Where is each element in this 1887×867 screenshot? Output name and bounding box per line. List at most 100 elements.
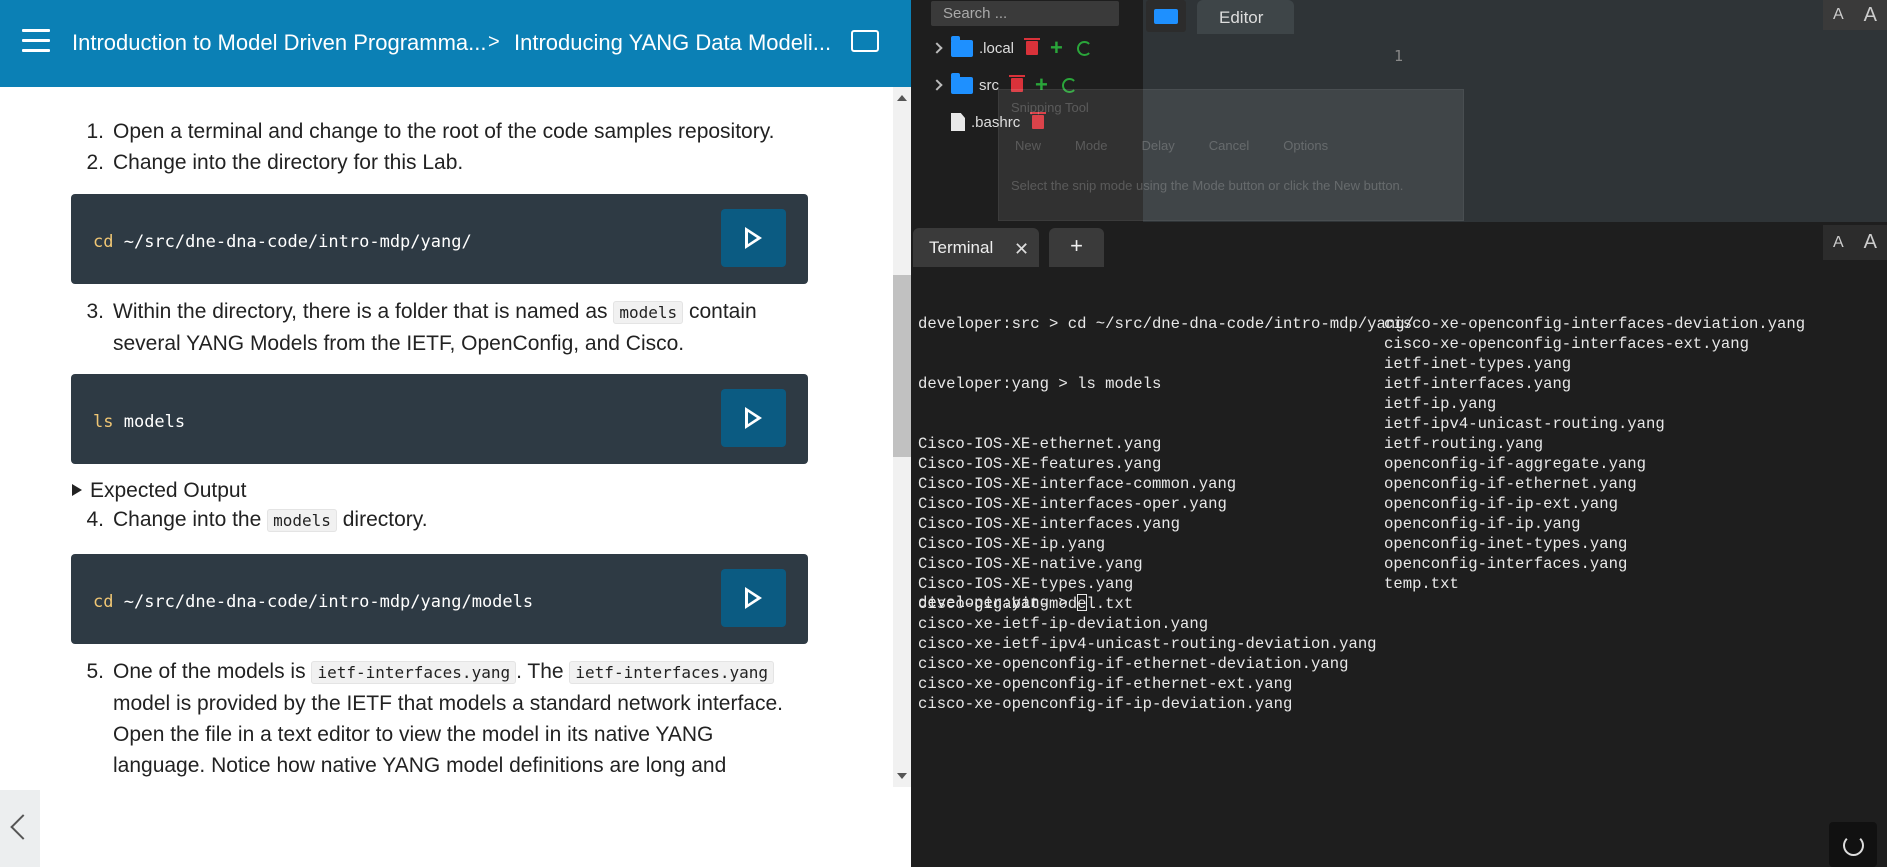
code-block-cd-yang: cd ~/src/dne-dna-code/intro-mdp/yang/	[71, 194, 808, 284]
terminal-cursor	[1077, 594, 1088, 612]
inline-code: models	[613, 301, 684, 324]
snip-toolbar: New Mode Delay Cancel Options	[1015, 138, 1328, 153]
chevron-right-icon[interactable]	[931, 42, 943, 54]
code-text: cd ~/src/dne-dna-code/intro-mdp/yang/mod…	[93, 587, 533, 618]
file-icon	[951, 113, 965, 131]
snip-title: Snipping Tool	[1011, 100, 1089, 115]
terminal-file-entry: openconfig-if-ip.yang	[1384, 515, 1581, 533]
terminal-file-entry: ietf-ip.yang	[1384, 395, 1497, 413]
code-text: cd ~/src/dne-dna-code/intro-mdp/yang/	[93, 227, 472, 258]
code-text: ls models	[93, 407, 185, 438]
text-segment: directory.	[336, 508, 428, 531]
scroll-down-icon[interactable]	[897, 773, 907, 779]
terminal-prompt[interactable]: developer:yang >	[918, 594, 1088, 612]
terminal-file-entry: ietf-inet-types.yang	[1384, 355, 1572, 373]
tree-folder-local[interactable]: .local +	[931, 35, 1092, 61]
refresh-icon[interactable]	[1076, 40, 1092, 56]
run-code-button[interactable]	[721, 389, 786, 447]
step-4: 4. Change into the models directory.	[71, 504, 811, 536]
terminal-file-entry: Cisco-IOS-XE-ethernet.yang	[918, 435, 1162, 453]
code-args: ~/src/dne-dna-code/intro-mdp/yang/	[113, 232, 472, 252]
terminal-file-entry: temp.txt	[1384, 575, 1459, 593]
terminal-file-entry: Cisco-IOS-XE-features.yang	[918, 455, 1162, 473]
previous-page-chevron-icon[interactable]	[0, 790, 40, 867]
text-segment: Within the directory, there is a folder …	[113, 300, 614, 323]
terminal-listing-col1: Cisco-IOS-XE-ethernet.yang Cisco-IOS-XE-f…	[918, 434, 1414, 714]
terminal-file-entry: openconfig-if-ip-ext.yang	[1384, 495, 1618, 513]
run-code-button[interactable]	[721, 569, 786, 627]
editor-font-size-controls: A A	[1823, 0, 1887, 30]
text-segment: model is provided by the IETF that model…	[113, 692, 786, 787]
snip-mode-button: Mode	[1075, 138, 1108, 153]
lab-content: 1. Open a terminal and change to the roo…	[0, 87, 893, 787]
terminal-file-entry: cisco-xe-openconfig-interfaces-deviation…	[1384, 315, 1806, 333]
code-keyword: cd	[93, 232, 114, 252]
close-icon[interactable]: ✕	[1014, 239, 1029, 260]
breadcrumb-course[interactable]: Introduction to Model Driven Programma..…	[72, 30, 487, 56]
code-block-ls-models: ls models	[71, 374, 808, 464]
hamburger-menu-icon[interactable]	[22, 29, 50, 53]
terminal-file-entry: cisco-xe-ietf-ipv4-unicast-routing-devia…	[918, 635, 1377, 653]
folder-icon	[951, 72, 973, 94]
font-decrease-button[interactable]: A	[1833, 234, 1844, 252]
step-5: 5. One of the models is ietf-interfaces.…	[71, 656, 811, 787]
terminal-file-entry: openconfig-interfaces.yang	[1384, 555, 1628, 573]
terminal-file-entry: Cisco-IOS-XE-interface-common.yang	[918, 475, 1237, 493]
expected-output-toggle[interactable]: Expected Output	[72, 476, 893, 504]
font-increase-button[interactable]: A	[1864, 231, 1877, 254]
font-decrease-button[interactable]: A	[1833, 6, 1844, 24]
chevron-right-icon[interactable]	[931, 79, 943, 91]
terminal-file-entry: openconfig-if-aggregate.yang	[1384, 455, 1647, 473]
delete-icon[interactable]	[1024, 38, 1041, 55]
scrollbar-thumb[interactable]	[893, 275, 911, 457]
terminal-font-size-controls: A A	[1823, 225, 1887, 260]
step-number: 4.	[86, 508, 104, 531]
snip-options-button: Options	[1283, 138, 1329, 153]
prompt-text: developer:yang >	[918, 594, 1078, 612]
font-increase-button[interactable]: A	[1864, 4, 1877, 27]
lab-header: Introduction to Model Driven Programma..…	[0, 0, 911, 87]
text-segment: Change into the	[113, 508, 268, 531]
terminal-file-entry: Cisco-IOS-XE-ip.yang	[918, 535, 1106, 553]
terminal-line: developer:src > cd ~/src/dne-dna-code/in…	[918, 315, 1414, 333]
run-code-button[interactable]	[721, 209, 786, 267]
open-folder-icon[interactable]	[1146, 0, 1186, 32]
content-scrollbar[interactable]	[893, 87, 911, 787]
tab-label: Terminal	[929, 238, 994, 257]
terminal-toggle-icon[interactable]	[851, 30, 879, 52]
add-terminal-button[interactable]: +	[1049, 228, 1104, 267]
step-number: 3.	[86, 300, 104, 323]
terminal-file-entry: openconfig-inet-types.yang	[1384, 535, 1628, 553]
terminal-file-entry: cisco-xe-openconfig-if-ethernet-ext.yang	[918, 675, 1293, 693]
lab-guide-panel: Introduction to Model Driven Programma..…	[0, 0, 911, 867]
terminal-file-entry: ietf-routing.yang	[1384, 435, 1544, 453]
snip-new-button: New	[1015, 138, 1042, 153]
terminal-output[interactable]: developer:src > cd ~/src/dne-dna-code/in…	[918, 274, 1805, 774]
tree-item-label[interactable]: src	[979, 77, 999, 94]
terminal-file-entry: cisco-xe-openconfig-interfaces-ext.yang	[1384, 335, 1749, 353]
inline-code: models	[267, 509, 337, 532]
reload-icon[interactable]	[1829, 822, 1877, 867]
code-keyword: ls	[93, 412, 114, 432]
breadcrumb-lesson[interactable]: Introducing YANG Data Modeli...	[514, 30, 831, 56]
terminal-line: developer:yang > ls models	[918, 375, 1162, 393]
terminal-file-entry: Cisco-IOS-XE-native.yang	[918, 555, 1143, 573]
breadcrumb-separator: >	[488, 31, 500, 53]
terminal-file-entry: cisco-xe-ietf-ip-deviation.yang	[918, 615, 1209, 633]
terminal-file-entry: Cisco-IOS-XE-interfaces-oper.yang	[918, 495, 1227, 513]
tab-terminal[interactable]: Terminal ✕	[913, 228, 1039, 267]
line-number: 1	[1394, 47, 1404, 65]
snip-delay-button: Delay	[1141, 138, 1175, 153]
tree-item-label[interactable]: .local	[979, 40, 1014, 57]
terminal-file-entry: ietf-interfaces.yang	[1384, 375, 1572, 393]
tab-editor[interactable]: Editor	[1197, 0, 1294, 34]
file-search-input[interactable]	[931, 1, 1119, 26]
terminal-file-entry: openconfig-if-ethernet.yang	[1384, 475, 1637, 493]
scroll-up-icon[interactable]	[897, 95, 907, 101]
step-number: 2.	[86, 151, 104, 174]
step-text: Change into the directory for this Lab.	[113, 151, 464, 174]
terminal-listing-col2: cisco-xe-openconfig-interfaces-deviation…	[1384, 314, 1805, 594]
add-file-icon[interactable]: +	[1050, 37, 1063, 59]
code-args: models	[113, 412, 186, 432]
text-segment: One of the models is	[113, 660, 312, 683]
